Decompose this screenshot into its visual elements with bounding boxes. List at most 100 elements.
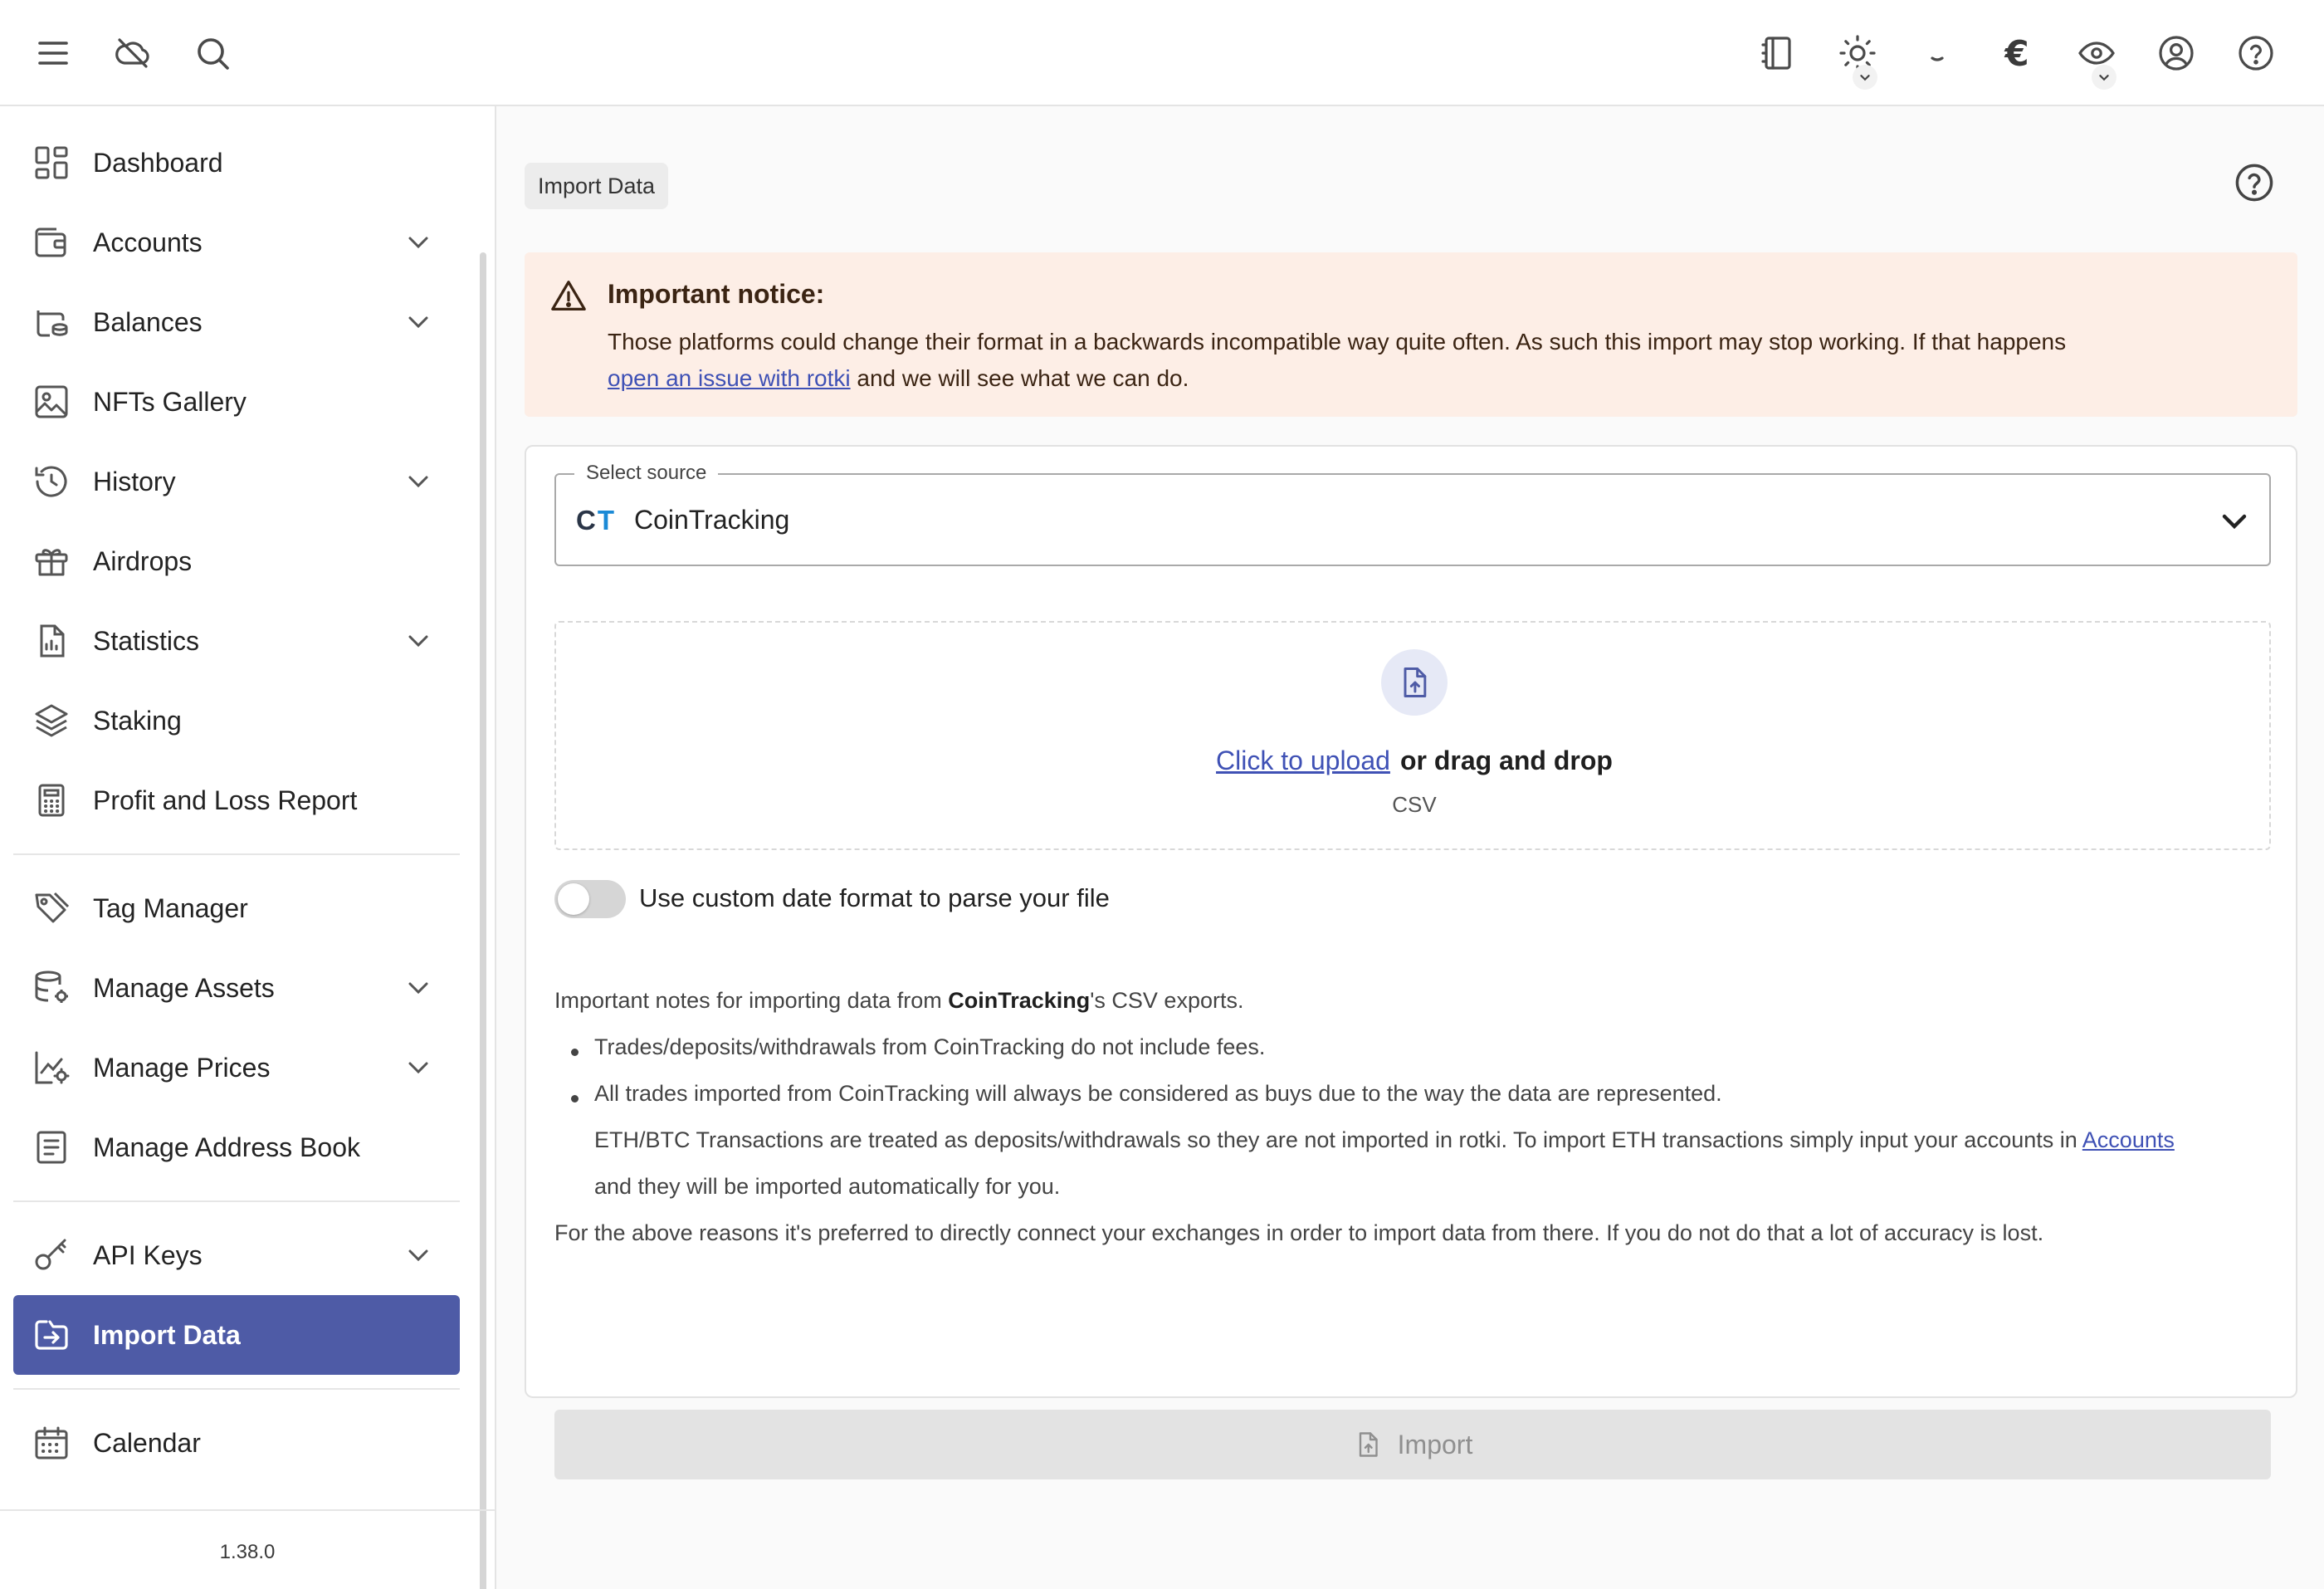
sidebar-scrollbar[interactable] <box>480 252 486 1589</box>
accounts-link[interactable]: Accounts <box>2082 1127 2175 1152</box>
chevron-down-icon[interactable] <box>2214 501 2254 541</box>
file-dropzone[interactable]: Click to upload or drag and drop CSV <box>554 621 2271 850</box>
cloud-off-icon[interactable] <box>106 27 159 80</box>
sidebar-item-label: NFTs Gallery <box>93 386 247 417</box>
sidebar-divider <box>13 853 460 855</box>
statistics-icon <box>32 621 71 661</box>
chevron-down-icon[interactable] <box>402 1051 435 1084</box>
chevron-down-icon[interactable] <box>402 465 435 498</box>
chevron-down-icon[interactable] <box>402 1239 435 1272</box>
search-icon[interactable] <box>186 27 239 80</box>
select-source-legend: Select source <box>574 462 719 485</box>
help-icon[interactable] <box>2229 27 2282 80</box>
drag-and-drop-text: or drag and drop <box>1399 746 1613 775</box>
sidebar-item-calendar[interactable]: Calendar <box>13 1403 460 1483</box>
stack-icon <box>32 701 71 741</box>
privacy-eye-icon[interactable] <box>2070 27 2123 90</box>
sidebar-item-balances[interactable]: Balances <box>13 282 460 362</box>
sidebar-item-manage-prices[interactable]: Manage Prices <box>13 1028 460 1107</box>
select-source-value: CoinTracking <box>634 505 790 535</box>
notice-text: Those platforms could change their forma… <box>608 329 2067 354</box>
sidebar-item-api-keys[interactable]: API Keys <box>13 1215 460 1295</box>
warning-icon <box>549 277 588 315</box>
open-issue-link[interactable]: open an issue with rotki <box>608 365 851 391</box>
sidebar-item-dashboard[interactable]: Dashboard <box>13 123 460 203</box>
sidebar-item-label: Statistics <box>93 625 200 656</box>
import-button[interactable]: Import <box>554 1410 2271 1479</box>
select-source-dropdown[interactable]: Select source CT CoinTracking <box>554 462 2271 566</box>
database-gear-icon <box>32 968 71 1008</box>
sidebar-item-label: Tag Manager <box>93 892 248 923</box>
image-icon <box>32 382 71 422</box>
notes-bullet-trades: All trades imported from CoinTracking wi… <box>571 1081 1722 1106</box>
sidebar-item-label: Profit and Loss Report <box>93 785 358 815</box>
price-chart-icon <box>32 1048 71 1088</box>
menu-icon[interactable] <box>27 27 80 80</box>
sidebar-divider <box>13 1388 460 1390</box>
sidebar-item-label: Dashboard <box>93 147 223 178</box>
notice-title: Important notice: <box>608 279 825 309</box>
important-notice: Important notice: Those platforms could … <box>525 252 2297 417</box>
app-version: 1.38.0 <box>219 1541 276 1563</box>
upload-instructions: Click to upload or drag and drop <box>556 746 2273 776</box>
accepted-format: CSV <box>1392 792 1437 817</box>
notes-icon[interactable] <box>1751 27 1804 80</box>
sidebar-item-import-data[interactable]: Import Data <box>13 1295 460 1375</box>
sidebar-item-label: Staking <box>93 705 182 736</box>
privacy-menu-chevron-icon[interactable] <box>2092 65 2116 90</box>
address-book-icon <box>32 1127 71 1167</box>
sidebar-item-label: Accounts <box>93 227 203 257</box>
notes-eth-btc-cont: and they will be imported automatically … <box>594 1174 1061 1199</box>
sidebar-item-staking[interactable]: Staking <box>13 681 460 760</box>
sidebar-item-label: Manage Prices <box>93 1052 271 1083</box>
notes-intro: Important notes for importing data from … <box>554 988 1244 1013</box>
notice-body: Those platforms could change their forma… <box>608 324 2268 397</box>
sidebar-item-label: History <box>93 466 176 496</box>
cointracking-logo: CT <box>576 505 617 535</box>
help-icon[interactable] <box>2233 161 2279 208</box>
sidebar-item-label: Manage Address Book <box>93 1132 360 1162</box>
sidebar-divider <box>13 1200 460 1202</box>
gift-icon <box>32 541 71 581</box>
currency-euro-icon[interactable]: € <box>1990 27 2043 80</box>
pin-icon[interactable] <box>1911 27 1964 80</box>
import-icon <box>32 1315 71 1355</box>
sidebar-item-manage-address-book[interactable]: Manage Address Book <box>13 1107 460 1187</box>
sidebar-item-label: Manage Assets <box>93 972 275 1003</box>
sidebar-item-profit-and-loss-report[interactable]: Profit and Loss Report <box>13 760 460 840</box>
chevron-down-icon[interactable] <box>402 971 435 1005</box>
chevron-down-icon[interactable] <box>402 306 435 339</box>
sidebar-item-label: Calendar <box>93 1427 201 1458</box>
key-icon <box>32 1235 71 1275</box>
chevron-down-icon[interactable] <box>402 624 435 658</box>
calendar-icon <box>32 1423 71 1463</box>
sidebar-item-label: API Keys <box>93 1239 203 1270</box>
chevron-down-icon[interactable] <box>402 226 435 259</box>
sidebar-item-history[interactable]: History <box>13 442 460 521</box>
theme-menu-chevron-icon[interactable] <box>1853 65 1877 90</box>
sidebar-item-label: Balances <box>93 306 203 337</box>
theme-sun-icon[interactable] <box>1831 27 1884 90</box>
main-content: Import Data Important notice: Those plat… <box>498 108 2324 1589</box>
sidebar-item-label: Import Data <box>93 1319 241 1350</box>
custom-date-format-toggle[interactable] <box>554 880 626 918</box>
custom-date-format-label: Use custom date format to parse your fil… <box>639 883 1110 912</box>
file-upload-icon <box>1359 1432 1378 1457</box>
sidebar-item-airdrops[interactable]: Airdrops <box>13 521 460 601</box>
account-icon[interactable] <box>2150 27 2203 80</box>
import-card: Select source CT CoinTracking Click to u… <box>525 445 2297 1479</box>
click-to-upload-link[interactable]: Click to upload <box>1216 746 1390 775</box>
toggle-knob <box>558 883 589 915</box>
sidebar-item-accounts[interactable]: Accounts <box>13 203 460 282</box>
sidebar-item-nfts-gallery[interactable]: NFTs Gallery <box>13 362 460 442</box>
balances-icon <box>32 302 71 342</box>
wallet-icon <box>32 222 71 262</box>
notes-bullet-fees: Trades/deposits/withdrawals from CoinTra… <box>570 1034 1266 1059</box>
currency-symbol: € <box>2004 32 2029 74</box>
sidebar-item-tag-manager[interactable]: Tag Manager <box>13 868 460 948</box>
sidebar-item-statistics[interactable]: Statistics <box>13 601 460 681</box>
sidebar-item-manage-assets[interactable]: Manage Assets <box>13 948 460 1028</box>
page-title: Import Data <box>525 163 669 209</box>
dashboard-icon <box>32 143 71 183</box>
notes-footer: For the above reasons it's preferred to … <box>554 1220 2044 1245</box>
